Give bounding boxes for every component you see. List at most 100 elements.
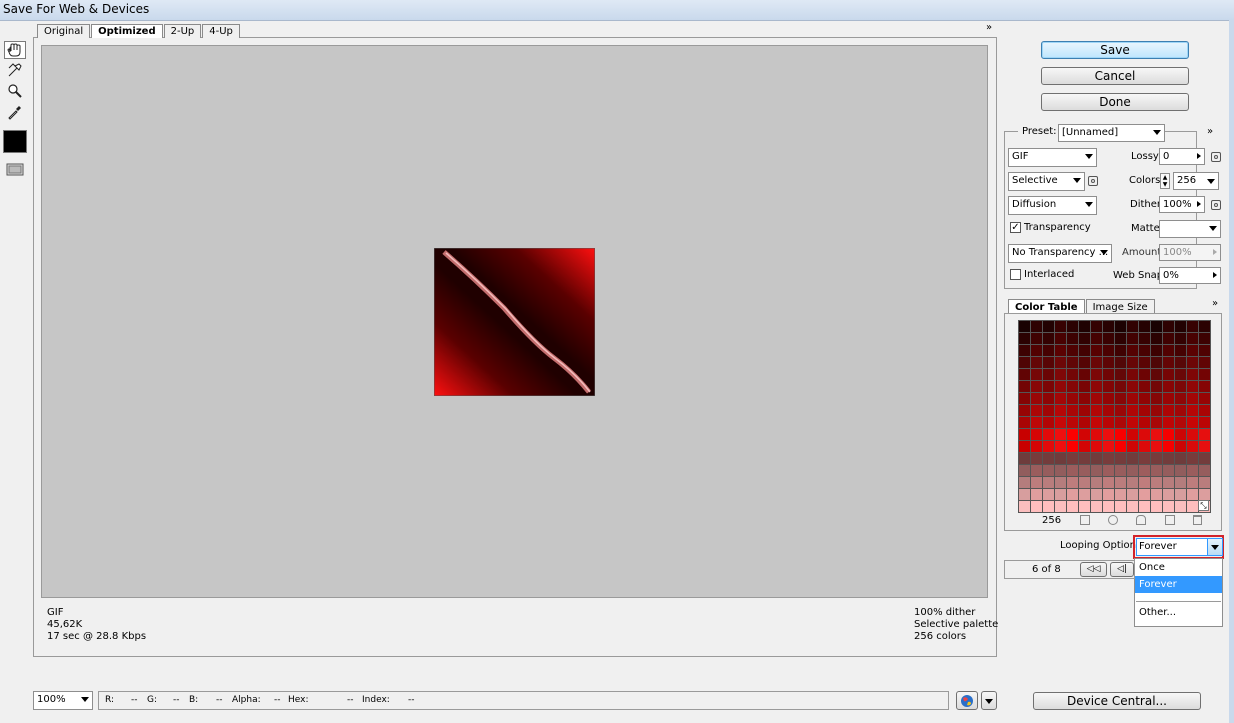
color-swatch[interactable] xyxy=(1091,393,1103,405)
color-swatch[interactable] xyxy=(1031,357,1043,369)
color-swatch[interactable] xyxy=(1163,369,1175,381)
color-swatch[interactable] xyxy=(1043,321,1055,333)
color-swatch[interactable] xyxy=(1127,429,1139,441)
slice-select-tool-icon[interactable] xyxy=(4,61,26,79)
color-swatch[interactable] xyxy=(1103,393,1115,405)
color-swatch[interactable] xyxy=(1079,477,1091,489)
color-swatch[interactable] xyxy=(1199,357,1211,369)
color-swatch[interactable] xyxy=(1043,453,1055,465)
color-swatch[interactable] xyxy=(1055,477,1067,489)
color-swatch[interactable] xyxy=(1091,465,1103,477)
color-swatch[interactable] xyxy=(1079,393,1091,405)
color-swatch[interactable] xyxy=(1019,369,1031,381)
menu-item-other[interactable]: Other... xyxy=(1135,604,1222,621)
dither-algorithm-select[interactable]: Diffusion xyxy=(1008,196,1097,215)
color-swatch[interactable] xyxy=(1175,369,1187,381)
color-swatch[interactable] xyxy=(1019,489,1031,501)
menu-item-forever[interactable]: Forever xyxy=(1135,576,1222,593)
color-swatch[interactable] xyxy=(1175,393,1187,405)
color-swatch[interactable] xyxy=(1043,333,1055,345)
amount-input[interactable]: 100% xyxy=(1159,244,1221,261)
color-swatch[interactable] xyxy=(1055,465,1067,477)
color-swatch[interactable] xyxy=(1115,345,1127,357)
color-swatch[interactable] xyxy=(1031,489,1043,501)
color-swatch[interactable] xyxy=(1139,441,1151,453)
color-swatch[interactable] xyxy=(1151,477,1163,489)
color-swatch[interactable] xyxy=(1055,333,1067,345)
color-swatch[interactable] xyxy=(1043,465,1055,477)
color-swatch[interactable] xyxy=(1067,321,1079,333)
color-swatch[interactable] xyxy=(1019,393,1031,405)
color-swatch[interactable] xyxy=(1163,417,1175,429)
color-swatch[interactable] xyxy=(1019,333,1031,345)
color-swatch[interactable] xyxy=(1115,477,1127,489)
color-swatch[interactable] xyxy=(1055,405,1067,417)
color-swatch[interactable] xyxy=(1187,477,1199,489)
color-swatch[interactable] xyxy=(1103,345,1115,357)
color-swatch[interactable] xyxy=(1067,465,1079,477)
color-swatch[interactable] xyxy=(1031,441,1043,453)
color-swatch[interactable] xyxy=(1187,357,1199,369)
color-swatch[interactable] xyxy=(1175,477,1187,489)
color-swatch[interactable] xyxy=(1199,477,1211,489)
color-swatch[interactable] xyxy=(1199,345,1211,357)
color-swatch[interactable] xyxy=(1103,441,1115,453)
color-swatch[interactable] xyxy=(1139,465,1151,477)
color-swatch[interactable] xyxy=(1079,357,1091,369)
color-swatch[interactable] xyxy=(1115,417,1127,429)
color-swatch[interactable] xyxy=(1199,393,1211,405)
color-swatch[interactable] xyxy=(1079,429,1091,441)
color-swatch[interactable] xyxy=(1151,345,1163,357)
color-swatch[interactable] xyxy=(1067,381,1079,393)
preset-select[interactable]: [Unnamed] xyxy=(1058,124,1165,142)
color-swatch[interactable] xyxy=(1127,489,1139,501)
color-swatch[interactable] xyxy=(1043,477,1055,489)
color-swatch[interactable] xyxy=(1031,333,1043,345)
color-swatch[interactable] xyxy=(1043,501,1055,513)
color-swatch[interactable] xyxy=(1151,381,1163,393)
color-swatch[interactable] xyxy=(1079,381,1091,393)
color-swatch[interactable] xyxy=(1151,357,1163,369)
looping-select[interactable]: Forever xyxy=(1136,538,1223,556)
color-swatch[interactable] xyxy=(1079,345,1091,357)
color-swatch[interactable] xyxy=(1187,465,1199,477)
color-swatch[interactable] xyxy=(1031,381,1043,393)
color-swatch[interactable] xyxy=(1019,465,1031,477)
tab-4-up[interactable]: 4-Up xyxy=(202,24,240,38)
color-swatch[interactable] xyxy=(1055,381,1067,393)
color-swatch[interactable] xyxy=(1163,453,1175,465)
color-swatch[interactable] xyxy=(1055,393,1067,405)
delete-color-icon[interactable] xyxy=(1193,515,1202,525)
color-swatch[interactable] xyxy=(1151,321,1163,333)
color-swatch[interactable] xyxy=(1019,405,1031,417)
color-swatch[interactable] xyxy=(1067,501,1079,513)
color-swatch[interactable] xyxy=(1139,381,1151,393)
color-swatch[interactable] xyxy=(1127,465,1139,477)
color-swatch[interactable] xyxy=(1199,381,1211,393)
color-swatch[interactable] xyxy=(1139,417,1151,429)
color-swatch[interactable] xyxy=(1151,417,1163,429)
color-swatch[interactable] xyxy=(1127,477,1139,489)
color-swatch[interactable] xyxy=(1115,465,1127,477)
new-color-icon[interactable] xyxy=(1165,515,1175,525)
color-swatch[interactable] xyxy=(1067,429,1079,441)
done-button[interactable]: Done xyxy=(1041,93,1189,111)
color-swatch[interactable] xyxy=(1175,357,1187,369)
web-shift-icon[interactable] xyxy=(1108,515,1118,525)
color-swatch[interactable] xyxy=(1175,345,1187,357)
color-swatch[interactable] xyxy=(1127,453,1139,465)
color-swatch[interactable] xyxy=(1139,501,1151,513)
color-swatch[interactable] xyxy=(1115,489,1127,501)
color-swatch[interactable] xyxy=(1199,465,1211,477)
color-swatch[interactable] xyxy=(1151,393,1163,405)
color-swatch[interactable] xyxy=(1175,405,1187,417)
color-swatch[interactable] xyxy=(1151,501,1163,513)
color-swatch[interactable] xyxy=(1139,345,1151,357)
color-table-menu-icon[interactable]: » xyxy=(1212,298,1218,309)
reduction-mask-icon[interactable] xyxy=(1088,176,1098,186)
eyedropper-tool-icon[interactable] xyxy=(4,103,26,121)
color-swatch[interactable] xyxy=(1091,333,1103,345)
color-swatch[interactable] xyxy=(1139,429,1151,441)
lossy-input[interactable]: 0 xyxy=(1159,148,1205,165)
color-swatch[interactable] xyxy=(1043,381,1055,393)
